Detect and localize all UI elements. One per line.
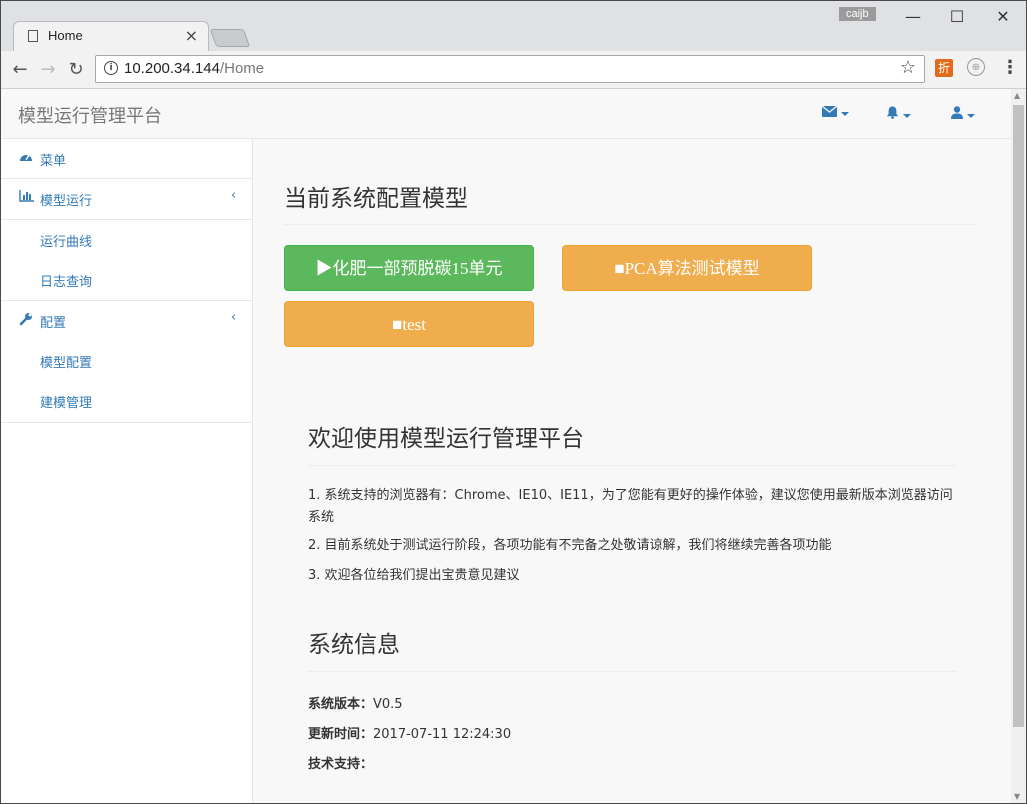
envelope-dropdown[interactable]: [821, 105, 849, 121]
caret-down-icon: [841, 111, 849, 116]
envelope-icon: [821, 105, 838, 117]
divider: [308, 465, 956, 466]
bookmark-star-icon[interactable]: ☆: [900, 57, 916, 78]
model-button-fertilizer[interactable]: ▶化肥一部预脱碳15单元: [284, 245, 534, 291]
version-row: 系统版本：V0.5: [308, 693, 403, 712]
divider: [284, 224, 978, 225]
browser-window: Home × caijb — ☐ ✕ ← → ↻ i 10.200.34.144…: [0, 0, 1027, 804]
profile-user-badge[interactable]: caijb: [839, 7, 876, 21]
update-time-label: 更新时间：: [308, 727, 374, 742]
submenu-model-run: 运行曲线 日志查询: [1, 219, 253, 301]
version-value: V0.5: [373, 697, 403, 712]
scroll-down-icon[interactable]: ▼: [1014, 792, 1020, 801]
scroll-up-icon[interactable]: ▲: [1014, 91, 1020, 100]
sidebar-item-label: 模型运行: [40, 194, 93, 209]
note-3: 3. 欢迎各位给我们提出宝贵意见建议: [308, 568, 520, 583]
sidebar-item-config[interactable]: 配置 ‹: [1, 301, 253, 341]
web-page: 模型运行管理平台 菜单 模型运行 ‹ 运行曲线 日志查询 配置 ‹ 模型配置 建…: [1, 89, 1011, 803]
user-icon: [951, 106, 963, 119]
page-scrollbar[interactable]: ▲ ▼: [1011, 89, 1026, 803]
close-window-icon[interactable]: ✕: [989, 7, 1017, 29]
tech-support-row: 技术支持：: [308, 753, 373, 772]
forward-icon[interactable]: →: [37, 59, 59, 80]
sidebar-subitem-log-query[interactable]: 日志查询: [1, 260, 253, 300]
model-button-pca[interactable]: ■PCA算法测试模型: [562, 245, 812, 291]
submenu-config: 模型配置 建模管理: [1, 341, 253, 423]
title-bar: Home × caijb — ☐ ✕: [1, 1, 1026, 51]
note-1: 1. 系统支持的浏览器有：Chrome、IE10、IE11，为了您能有更好的操作…: [308, 488, 953, 525]
sidebar-subitem-run-curve[interactable]: 运行曲线: [1, 220, 253, 260]
extension-discount-icon[interactable]: 折: [935, 59, 953, 77]
user-dropdown[interactable]: [951, 106, 975, 123]
caret-down-icon: [903, 113, 911, 118]
bell-dropdown[interactable]: [886, 106, 911, 123]
chevron-left-icon: ‹: [231, 310, 237, 325]
back-icon[interactable]: ←: [9, 59, 31, 80]
close-tab-icon[interactable]: ×: [185, 26, 198, 45]
sidebar-item-label: 配置: [40, 316, 67, 331]
sidebar-item-label: 菜单: [40, 154, 67, 169]
info-icon[interactable]: i: [104, 61, 118, 75]
sidebar-item-menu[interactable]: 菜单: [1, 139, 253, 179]
version-label: 系统版本：: [308, 697, 374, 712]
brand-title[interactable]: 模型运行管理平台: [18, 102, 162, 128]
scrollbar-thumb[interactable]: [1013, 105, 1024, 727]
sidebar-subitem-label: 建模管理: [40, 396, 93, 411]
sidebar: 菜单 模型运行 ‹ 运行曲线 日志查询 配置 ‹ 模型配置 建模管理: [1, 139, 253, 803]
document-icon: [28, 30, 38, 42]
sidebar-subitem-model-config[interactable]: 模型配置: [1, 341, 253, 381]
sidebar-subitem-label: 日志查询: [40, 275, 93, 290]
top-navbar: 模型运行管理平台: [1, 89, 1011, 139]
sidebar-item-model-run[interactable]: 模型运行 ‹: [1, 179, 253, 219]
sidebar-subitem-modeling-management[interactable]: 建模管理: [1, 381, 253, 421]
divider: [308, 671, 956, 672]
tech-support-label: 技术支持：: [308, 757, 374, 772]
minimize-icon[interactable]: —: [899, 7, 927, 29]
sidebar-subitem-label: 运行曲线: [40, 235, 93, 250]
browser-tab-home[interactable]: Home ×: [13, 21, 209, 51]
browser-menu-icon[interactable]: ⋮: [1001, 57, 1019, 78]
caret-down-icon: [967, 113, 975, 118]
url-path: /Home: [219, 60, 265, 77]
update-time-row: 更新时间：2017-07-11 12:24:30: [308, 723, 511, 742]
sidebar-subitem-label: 模型配置: [40, 356, 93, 371]
dashboard-icon: [19, 150, 33, 166]
note-2: 2. 目前系统处于测试运行阶段，各项功能有不完备之处敬请谅解，我们将继续完善各项…: [308, 538, 832, 553]
sysinfo-title: 系统信息: [308, 632, 400, 658]
address-bar[interactable]: i 10.200.34.144/Home ☆: [95, 55, 925, 83]
reload-icon[interactable]: ↻: [65, 59, 87, 80]
chevron-left-icon: ‹: [231, 188, 237, 203]
wrench-icon: [19, 312, 33, 330]
main-content: 当前系统配置模型 ▶化肥一部预脱碳15单元 ■PCA算法测试模型 ■test 欢…: [253, 139, 1011, 803]
browser-toolbar: ← → ↻ i 10.200.34.144/Home ☆ 折 ⊕ ⋮: [1, 51, 1026, 89]
url-host: 10.200.34.144: [124, 60, 220, 77]
url-text: 10.200.34.144/Home: [124, 60, 264, 77]
bar-chart-icon: [19, 190, 34, 206]
new-tab-button[interactable]: [209, 29, 251, 47]
update-time-value: 2017-07-11 12:24:30: [373, 727, 512, 742]
extension-icon[interactable]: ⊕: [967, 58, 985, 76]
maximize-icon[interactable]: ☐: [943, 7, 971, 29]
model-button-test[interactable]: ■test: [284, 301, 534, 347]
welcome-title: 欢迎使用模型运行管理平台: [308, 426, 584, 452]
tab-title: Home: [48, 28, 83, 43]
bell-icon: [886, 106, 899, 119]
page-title: 当前系统配置模型: [284, 186, 468, 212]
